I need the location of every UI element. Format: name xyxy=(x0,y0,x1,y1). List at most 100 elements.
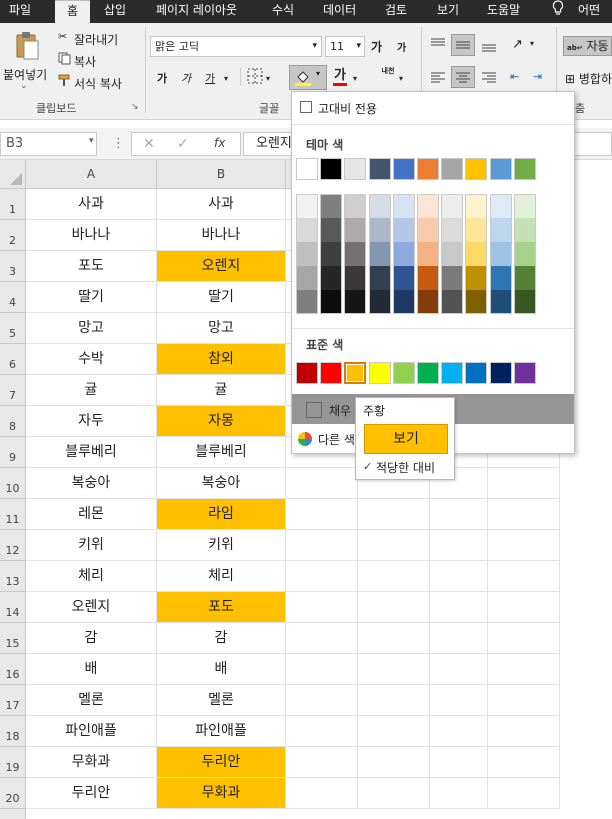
cell-empty[interactable] xyxy=(358,778,430,809)
row-header[interactable]: 10 xyxy=(0,468,26,499)
row-header[interactable]: 1 xyxy=(0,189,26,220)
format-painter-icon[interactable] xyxy=(58,74,71,90)
cell-b[interactable]: 멜론 xyxy=(157,685,286,716)
cell-a[interactable]: 오렌지 xyxy=(26,592,157,623)
more-colors-button[interactable]: 다른 색 xyxy=(318,431,355,448)
cell-empty[interactable] xyxy=(286,685,358,716)
cell-a[interactable]: 망고 xyxy=(26,313,157,344)
tab-page-layout[interactable]: 페이지 레이아웃 xyxy=(156,0,237,23)
phonetic-guide-icon[interactable]: 내천 xyxy=(381,67,395,76)
align-right-icon[interactable] xyxy=(481,71,497,88)
row-header[interactable]: 11 xyxy=(0,499,26,530)
cell-empty[interactable] xyxy=(488,499,560,530)
cell-empty[interactable] xyxy=(286,561,358,592)
increase-indent-icon[interactable]: ⇥ xyxy=(533,70,542,83)
tab-view[interactable]: 보기 xyxy=(437,0,459,23)
italic-button[interactable]: 가 xyxy=(181,71,191,87)
row-header[interactable]: 3 xyxy=(0,251,26,282)
standard-color-swatch[interactable] xyxy=(441,362,464,384)
theme-shade-swatch[interactable] xyxy=(441,218,464,242)
cell-b[interactable]: 키위 xyxy=(157,530,286,561)
cell-empty[interactable] xyxy=(430,654,488,685)
cell-b[interactable]: 망고 xyxy=(157,313,286,344)
cell-a[interactable]: 파인애플 xyxy=(26,716,157,747)
cell-empty[interactable] xyxy=(430,530,488,561)
theme-color-swatch[interactable] xyxy=(368,158,391,180)
row-header[interactable]: 16 xyxy=(0,654,26,685)
cell-empty[interactable] xyxy=(488,685,560,716)
tab-data[interactable]: 데이터 xyxy=(323,0,356,23)
cell-a[interactable]: 딸기 xyxy=(26,282,157,313)
theme-shade-swatch[interactable] xyxy=(513,194,536,218)
cell-empty[interactable] xyxy=(430,592,488,623)
cell-empty[interactable] xyxy=(358,530,430,561)
row-header[interactable]: 9 xyxy=(0,437,26,468)
theme-shade-swatch[interactable] xyxy=(344,266,367,290)
cell-a[interactable]: 멜론 xyxy=(26,685,157,716)
tab-formulas[interactable]: 수식 xyxy=(272,0,294,23)
theme-shade-swatch[interactable] xyxy=(465,266,488,290)
theme-shade-swatch[interactable] xyxy=(392,266,415,290)
theme-shade-swatch[interactable] xyxy=(465,290,488,314)
theme-color-swatch[interactable] xyxy=(513,158,536,180)
font-name-box[interactable]: 맑은 고딕 ▾ xyxy=(150,36,322,57)
cell-b[interactable]: 바나나 xyxy=(157,220,286,251)
row-header[interactable]: 12 xyxy=(0,530,26,561)
theme-shade-swatch[interactable] xyxy=(489,218,512,242)
cell-b[interactable]: 파인애플 xyxy=(157,716,286,747)
theme-shade-swatch[interactable] xyxy=(417,290,439,314)
insert-function-icon[interactable]: fx xyxy=(214,136,225,150)
cell-b[interactable]: 블루베리 xyxy=(157,437,286,468)
align-middle-icon[interactable] xyxy=(451,34,475,56)
cell-b[interactable]: 딸기 xyxy=(157,282,286,313)
cell-b[interactable]: 자몽 xyxy=(157,406,286,437)
theme-shade-swatch[interactable] xyxy=(368,266,391,290)
cell-b[interactable]: 참외 xyxy=(157,344,286,375)
align-bottom-icon[interactable] xyxy=(481,38,497,55)
theme-shade-swatch[interactable] xyxy=(441,242,464,266)
cell-empty[interactable] xyxy=(430,685,488,716)
align-center-icon[interactable] xyxy=(451,66,475,88)
theme-color-swatch[interactable] xyxy=(417,158,439,180)
row-header[interactable]: 15 xyxy=(0,623,26,654)
standard-color-swatch[interactable] xyxy=(296,362,318,384)
chevron-down-icon[interactable]: ▾ xyxy=(89,136,94,146)
cell-empty[interactable] xyxy=(430,747,488,778)
row-header[interactable]: 6 xyxy=(0,344,26,375)
cell-b[interactable]: 감 xyxy=(157,623,286,654)
cell-empty[interactable] xyxy=(358,747,430,778)
theme-color-swatch[interactable] xyxy=(320,158,343,180)
theme-shade-swatch[interactable] xyxy=(417,194,439,218)
theme-shade-swatch[interactable] xyxy=(392,218,415,242)
high-contrast-checkbox[interactable] xyxy=(300,101,312,113)
cell-empty[interactable] xyxy=(358,561,430,592)
cell-b[interactable]: 오렌지 xyxy=(157,251,286,282)
theme-shade-swatch[interactable] xyxy=(513,242,536,266)
cell-empty[interactable] xyxy=(286,778,358,809)
theme-shade-swatch[interactable] xyxy=(344,194,367,218)
theme-color-swatch[interactable] xyxy=(441,158,464,180)
cell-b[interactable]: 라임 xyxy=(157,499,286,530)
cell-a[interactable]: 감 xyxy=(26,623,157,654)
standard-color-swatch[interactable] xyxy=(392,362,415,384)
standard-color-swatch[interactable] xyxy=(344,362,367,384)
font-size-box[interactable]: 11 ▾ xyxy=(325,36,365,57)
cell-empty[interactable] xyxy=(430,499,488,530)
theme-shade-swatch[interactable] xyxy=(296,290,318,314)
copy-icon[interactable] xyxy=(58,52,71,68)
theme-shade-swatch[interactable] xyxy=(392,290,415,314)
column-header[interactable]: A xyxy=(26,160,157,189)
chevron-down-icon[interactable]: ▾ xyxy=(530,39,534,48)
cell-empty[interactable] xyxy=(488,747,560,778)
underline-button[interactable]: 가 xyxy=(205,71,215,87)
cell-a[interactable]: 사과 xyxy=(26,189,157,220)
theme-shade-swatch[interactable] xyxy=(417,266,439,290)
theme-shade-swatch[interactable] xyxy=(441,290,464,314)
cell-empty[interactable] xyxy=(358,685,430,716)
paste-icon[interactable] xyxy=(14,31,40,64)
cell-a[interactable]: 두리안 xyxy=(26,778,157,809)
scissors-icon[interactable]: ✂ xyxy=(58,30,67,43)
cell-a[interactable]: 무화과 xyxy=(26,747,157,778)
theme-shade-swatch[interactable] xyxy=(489,194,512,218)
font-color-icon[interactable]: 가 xyxy=(333,69,347,86)
